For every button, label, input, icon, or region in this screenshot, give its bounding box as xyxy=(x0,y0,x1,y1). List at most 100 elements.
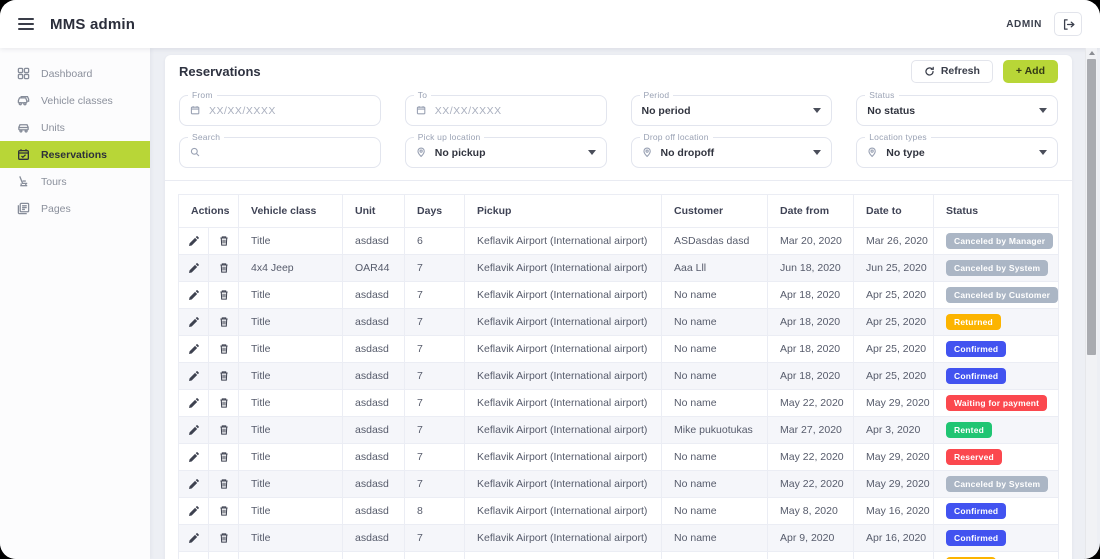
cell-days: 7 xyxy=(405,552,465,559)
add-button[interactable]: + Add xyxy=(1003,60,1058,83)
edit-button[interactable] xyxy=(179,228,209,255)
filter-from[interactable]: FromXX/XX/XXXX xyxy=(179,95,381,126)
cell-status: Initiated xyxy=(934,552,1059,559)
edit-button[interactable] xyxy=(179,471,209,498)
cell-customer: No name xyxy=(662,471,768,498)
sidebar-item-pages[interactable]: Pages xyxy=(0,195,150,222)
filter-label: Search xyxy=(188,132,224,142)
cell-date-from: Aug 26, 2020 xyxy=(768,552,854,559)
table-row: Titleasdasd8Keflavik Airport (Internatio… xyxy=(179,498,1059,525)
trash-icon xyxy=(218,478,230,490)
main-content: Reservations Refresh + Add FromXX/XX/XXX… xyxy=(150,48,1100,559)
cell-customer: No name xyxy=(662,498,768,525)
calendar-check-icon xyxy=(17,148,30,161)
sidebar-item-vehicle-classes[interactable]: Vehicle classes xyxy=(0,87,150,114)
pencil-icon xyxy=(188,478,200,490)
delete-button[interactable] xyxy=(209,525,239,552)
filter-to[interactable]: ToXX/XX/XXXX xyxy=(405,95,607,126)
scrollbar-thumb[interactable] xyxy=(1087,59,1096,355)
add-label: + Add xyxy=(1016,65,1045,77)
cell-date-from: Apr 18, 2020 xyxy=(768,282,854,309)
delete-button[interactable] xyxy=(209,417,239,444)
pin-icon xyxy=(416,147,427,158)
status-badge: Confirmed xyxy=(946,368,1006,384)
cell-days: 7 xyxy=(405,309,465,336)
cell-days: 7 xyxy=(405,390,465,417)
table-row: Titleasdasd7Keflavik Airport (Internatio… xyxy=(179,444,1059,471)
cell-status: Confirmed xyxy=(934,336,1059,363)
refresh-button[interactable]: Refresh xyxy=(911,60,993,83)
cell-status: Canceled by Manager xyxy=(934,228,1059,255)
calendar-icon xyxy=(416,105,427,116)
pencil-icon xyxy=(188,397,200,409)
filter-period[interactable]: PeriodNo period xyxy=(631,95,833,126)
cell-date-to: May 29, 2020 xyxy=(854,390,934,417)
cell-days: 7 xyxy=(405,282,465,309)
scroll-up-arrow-icon[interactable] xyxy=(1089,51,1095,55)
filter-drop-off-location[interactable]: Drop off locationNo dropoff xyxy=(631,137,833,168)
pencil-icon xyxy=(188,235,200,247)
cell-vehicle-class: Title xyxy=(239,363,343,390)
delete-button[interactable] xyxy=(209,471,239,498)
edit-button[interactable] xyxy=(179,390,209,417)
edit-button[interactable] xyxy=(179,444,209,471)
sidebar-item-dashboard[interactable]: Dashboard xyxy=(0,60,150,87)
filter-status[interactable]: StatusNo status xyxy=(856,95,1058,126)
cell-date-to: Apr 25, 2020 xyxy=(854,282,934,309)
edit-button[interactable] xyxy=(179,309,209,336)
cell-unit: asdasd xyxy=(343,525,405,552)
reservations-table: ActionsVehicle classUnitDaysPickupCustom… xyxy=(178,194,1059,559)
vertical-scrollbar[interactable] xyxy=(1085,48,1097,559)
cell-customer: No name xyxy=(662,309,768,336)
search-icon xyxy=(190,147,201,158)
edit-button[interactable] xyxy=(179,282,209,309)
sidebar-item-units[interactable]: Units xyxy=(0,114,150,141)
sidebar-item-reservations[interactable]: Reservations xyxy=(0,141,150,168)
trash-icon xyxy=(218,316,230,328)
edit-button[interactable] xyxy=(179,417,209,444)
cell-status: Reserved xyxy=(934,444,1059,471)
edit-button[interactable] xyxy=(179,552,209,559)
sidebar-item-tours[interactable]: Tours xyxy=(0,168,150,195)
delete-button[interactable] xyxy=(209,228,239,255)
delete-button[interactable] xyxy=(209,255,239,282)
status-badge: Returned xyxy=(946,314,1001,330)
edit-button[interactable] xyxy=(179,498,209,525)
cell-customer: Aaa Lll xyxy=(662,255,768,282)
filter-value: No type xyxy=(886,147,925,159)
edit-button[interactable] xyxy=(179,255,209,282)
cell-date-to: Sep 2, 2020 xyxy=(854,552,934,559)
cell-date-from: Mar 20, 2020 xyxy=(768,228,854,255)
delete-button[interactable] xyxy=(209,282,239,309)
filter-pick-up-location[interactable]: Pick up locationNo pickup xyxy=(405,137,607,168)
edit-button[interactable] xyxy=(179,525,209,552)
delete-button[interactable] xyxy=(209,390,239,417)
menu-icon[interactable] xyxy=(18,18,34,30)
cell-date-from: Apr 9, 2020 xyxy=(768,525,854,552)
edit-button[interactable] xyxy=(179,336,209,363)
filter-value: No period xyxy=(642,105,691,117)
cell-date-from: May 22, 2020 xyxy=(768,471,854,498)
cell-pickup: Keflavik Airport (International airport) xyxy=(465,417,662,444)
status-badge: Canceled by System xyxy=(946,260,1048,276)
cell-vehicle-class: Title xyxy=(239,552,343,559)
app-window: MMS admin ADMIN DashboardVehicle classes… xyxy=(0,0,1100,559)
filter-search[interactable]: Search xyxy=(179,137,381,168)
topbar-right: ADMIN xyxy=(1006,12,1082,36)
edit-button[interactable] xyxy=(179,363,209,390)
status-badge: Confirmed xyxy=(946,503,1006,519)
pencil-icon xyxy=(188,370,200,382)
delete-button[interactable] xyxy=(209,336,239,363)
delete-button[interactable] xyxy=(209,444,239,471)
column-header-pickup: Pickup xyxy=(465,195,662,228)
delete-button[interactable] xyxy=(209,363,239,390)
status-badge: Canceled by Customer xyxy=(946,287,1058,303)
delete-button[interactable] xyxy=(209,309,239,336)
delete-button[interactable] xyxy=(209,552,239,559)
table-row: Titleasdasd7Keflavik Airport (Internatio… xyxy=(179,363,1059,390)
delete-button[interactable] xyxy=(209,498,239,525)
filter-location-types[interactable]: Location typesNo type xyxy=(856,137,1058,168)
logout-button[interactable] xyxy=(1054,12,1082,36)
cell-days: 7 xyxy=(405,444,465,471)
filter-label: Pick up location xyxy=(414,132,485,142)
